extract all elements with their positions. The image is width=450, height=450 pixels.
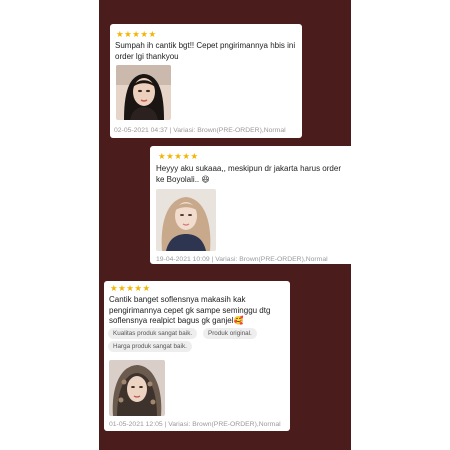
review-meta: 01-05-2021 12:05 | Variasi: Brown(PRE-OR… [109,421,281,428]
review-card: ★★★★★ Sumpah ih cantik bgt!! Cepet pngir… [110,24,302,138]
review-text: Cantik banget soflensnya makasih kak pen… [109,295,271,325]
review-meta: 19-04-2021 10:09 | Variasi: Brown(PRE-OR… [156,256,328,263]
woman-hijab-portrait-photo [109,360,165,416]
review-card: ★★★★★ Cantik banget soflensnya makasih k… [104,281,290,431]
woman-portrait-photo [156,189,216,251]
review-text: Sumpah ih cantik bgt!! Cepet pngirimanny… [115,41,296,61]
rating-stars: ★★★★★ [158,151,199,161]
rating-stars: ★★★★★ [116,29,157,39]
review-text: Heyyy aku sukaaa,, meskipun dr jakarta h… [156,164,341,184]
review-photo[interactable] [156,189,216,251]
review-meta: 02-05-2021 04:37 | Variasi: Brown(PRE-OR… [114,127,286,134]
rating-stars: ★★★★★ [110,283,151,293]
review-card: ★★★★★ Heyyy aku sukaaa,, meskipun dr jak… [150,146,354,264]
tag-price: Harga produk sangat baik. [108,341,192,352]
woman-portrait-photo [116,65,171,120]
tag-original: Produk original. [203,328,257,339]
review-photo[interactable] [109,360,165,416]
tag-quality: Kualitas produk sangat baik. [108,328,198,339]
review-photo[interactable] [116,65,171,120]
